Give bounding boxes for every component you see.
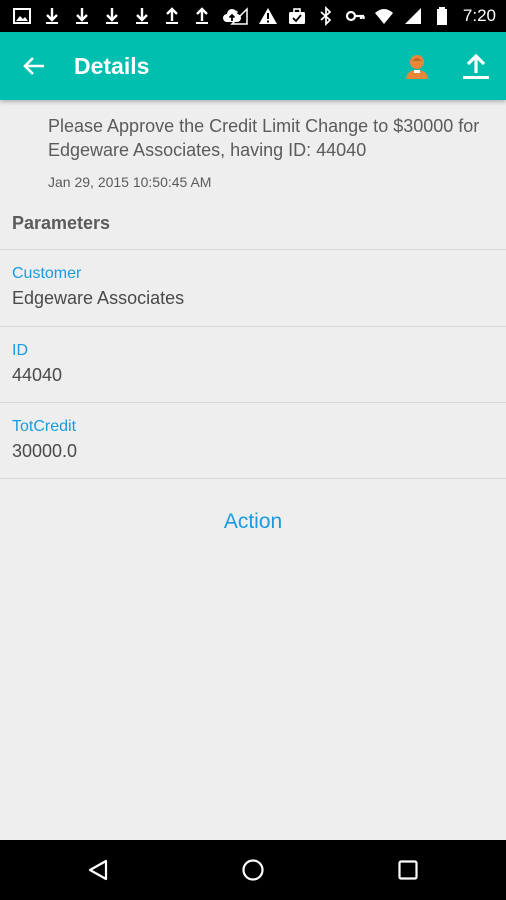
- parameter-value: 30000.0: [12, 441, 78, 461]
- upload-icon: [196, 7, 208, 24]
- briefcase-check-icon: [288, 8, 305, 24]
- parameter-label: TotCredit: [12, 418, 77, 435]
- nav-back-icon[interactable]: [86, 858, 110, 882]
- system-icons: ? 7:20: [229, 6, 496, 26]
- parameter-value: Edgeware Associates: [12, 288, 185, 308]
- cell-signal-icon: [404, 8, 421, 24]
- message-timestamp: Jan 29, 2015 10:50:45 AM: [48, 174, 212, 190]
- parameter-label: ID: [12, 342, 28, 359]
- download-icon: [76, 8, 88, 24]
- parameter-row-totcredit[interactable]: TotCredit 30000.0: [0, 403, 506, 479]
- parameter-row-id[interactable]: ID 44040: [0, 327, 506, 403]
- nav-recents-icon[interactable]: [396, 858, 420, 882]
- status-bar: ? 7:20: [0, 0, 506, 32]
- wifi-icon: [374, 9, 393, 24]
- battery-icon: [436, 7, 447, 25]
- upload-icon: [166, 7, 178, 24]
- warning-icon: [258, 8, 277, 24]
- approval-message: Please Approve the Credit Limit Change t…: [48, 116, 480, 160]
- parameters-heading: Parameters: [12, 213, 111, 233]
- back-arrow-icon[interactable]: [20, 52, 48, 80]
- nav-home-icon[interactable]: [241, 858, 265, 882]
- user-icon[interactable]: [402, 51, 432, 81]
- download-icon: [136, 8, 148, 24]
- notification-icons: [12, 6, 242, 26]
- signal-unknown-icon: ?: [230, 7, 248, 25]
- action-button[interactable]: Action: [0, 506, 506, 538]
- download-icon: [106, 8, 118, 24]
- svg-text:?: ?: [233, 9, 238, 19]
- page-title: Details: [74, 53, 150, 79]
- parameter-value: 44040: [12, 365, 63, 385]
- image-icon: [13, 8, 31, 24]
- clock: 7:20: [462, 6, 496, 25]
- upload-icon[interactable]: [460, 51, 492, 81]
- divider: [0, 478, 506, 479]
- app-bar: Details: [0, 32, 506, 100]
- parameter-label: Customer: [12, 265, 82, 282]
- navigation-bar: [0, 840, 506, 900]
- bluetooth-icon: [320, 6, 332, 26]
- key-icon: [345, 10, 365, 22]
- parameter-row-customer[interactable]: Customer Edgeware Associates: [0, 250, 506, 326]
- download-icon: [46, 8, 58, 24]
